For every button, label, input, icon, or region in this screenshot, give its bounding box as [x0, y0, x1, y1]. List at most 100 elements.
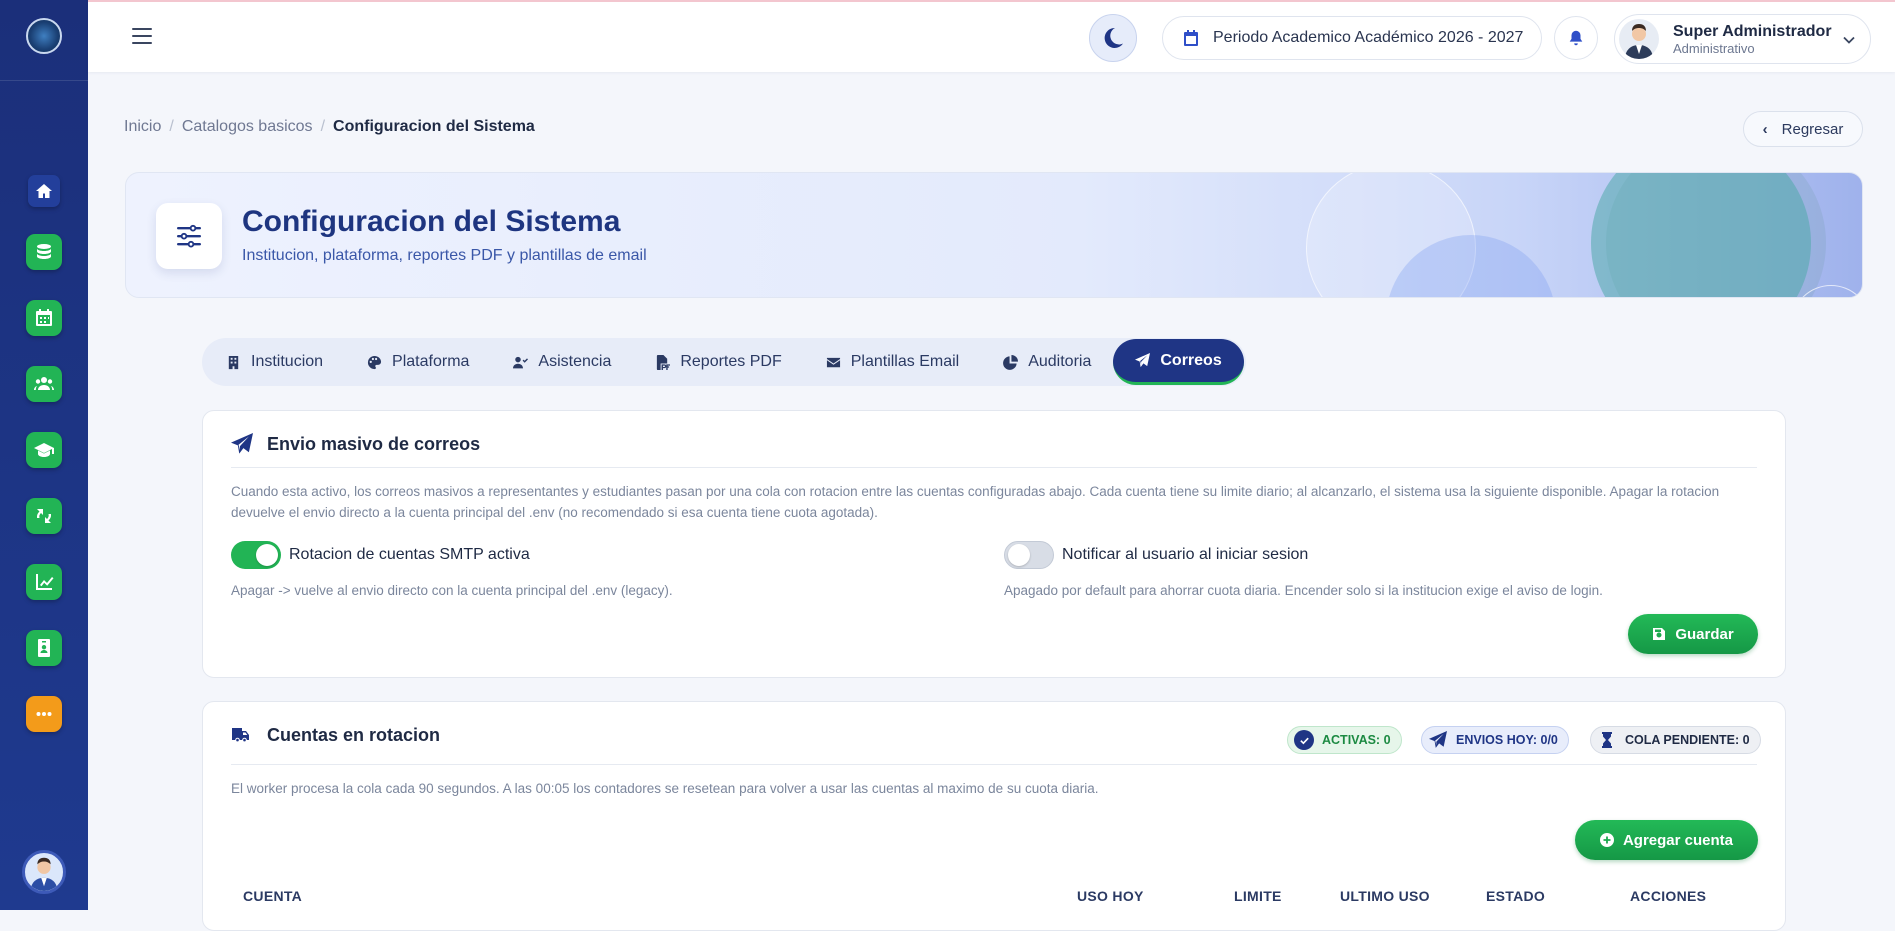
chevron-down-icon	[1843, 36, 1855, 44]
column-header-uso-hoy[interactable]: USO HOY	[1077, 888, 1144, 904]
avatar	[1619, 19, 1659, 59]
truck-mail-icon	[232, 728, 249, 742]
breadcrumb-separator: /	[320, 118, 326, 135]
envio-masivo-card: Envio masivo de correos Cuando esta acti…	[202, 410, 1786, 678]
paper-plane-icon	[231, 433, 253, 454]
id-badge-icon[interactable]	[26, 630, 62, 666]
home-icon[interactable]	[28, 175, 60, 207]
plus-circle-icon	[1599, 833, 1614, 847]
sidebar	[0, 0, 88, 910]
divider	[231, 467, 1757, 468]
notify-label: Notificar al usuario al iniciar sesion	[1062, 546, 1309, 563]
more-icon[interactable]	[26, 696, 62, 732]
chart-line-icon[interactable]	[26, 564, 62, 600]
check-circle-icon	[1294, 730, 1314, 750]
badge-label: COLA PENDIENTE: 0	[1625, 733, 1750, 747]
envio-masivo-header: Envio masivo de correos	[231, 433, 480, 455]
tab-label: Plataforma	[392, 353, 470, 370]
moon-icon[interactable]	[1089, 14, 1137, 62]
user-role: Administrativo	[1673, 40, 1755, 56]
sidebar-divider	[0, 80, 88, 81]
settings-tabs: Institucion Plataforma Asistencia Report…	[202, 338, 1246, 386]
user-check-icon	[513, 356, 529, 368]
academic-period-selector[interactable]: Periodo Academico Académico 2026 - 2027	[1162, 16, 1542, 60]
badge-label: ENVIOS HOY: 0/0	[1456, 733, 1558, 747]
user-menu[interactable]: Super Administrador Administrativo	[1614, 14, 1871, 64]
tab-plataforma[interactable]: Plataforma	[345, 339, 491, 385]
breadcrumb-catalogos[interactable]: Catalogos basicos	[182, 118, 313, 135]
tab-label: Institucion	[251, 353, 324, 370]
institution-logo[interactable]	[26, 18, 62, 54]
page-subtitle: Institucion, plataforma, reportes PDF y …	[242, 247, 647, 264]
tab-correos[interactable]: Correos	[1113, 339, 1244, 385]
card-title: Cuentas en rotacion	[267, 724, 441, 745]
column-header-acciones[interactable]: ACCIONES	[1630, 888, 1706, 904]
save-button[interactable]: Guardar	[1628, 614, 1758, 654]
users-icon[interactable]	[26, 366, 62, 402]
academic-period-label: Periodo Academico Académico 2026 - 2027	[1213, 29, 1524, 46]
notify-hint: Apagado por default para ahorrar cuota d…	[1004, 583, 1603, 598]
tab-auditoria[interactable]: Auditoria	[981, 339, 1113, 385]
paper-plane-icon	[1428, 730, 1448, 750]
rotation-toggle-row: Rotacion de cuentas SMTP activa	[231, 541, 530, 569]
rotation-toggle[interactable]	[231, 541, 281, 569]
tab-label: Asistencia	[538, 353, 612, 370]
column-header-estado[interactable]: ESTADO	[1486, 888, 1545, 904]
user-name: Super Administrador	[1673, 22, 1832, 40]
cuentas-rotacion-card: Cuentas en rotacion ACTIVAS: 0 ENVIOS HO…	[202, 701, 1786, 931]
breadcrumb-home[interactable]: Inicio	[124, 118, 161, 135]
envelope-icon	[826, 357, 840, 367]
save-label: Guardar	[1675, 625, 1734, 643]
avatar[interactable]	[22, 850, 66, 894]
tab-reportes-pdf[interactable]: Reportes PDF	[633, 339, 803, 385]
page-title: Configuracion del Sistema	[242, 205, 621, 238]
cuentas-header: Cuentas en rotacion	[231, 724, 440, 746]
divider	[231, 764, 1757, 765]
calendar-icon	[1184, 30, 1198, 46]
chart-pie-icon	[1003, 354, 1019, 370]
rotation-hint: Apagar -> vuelve al envio directo con la…	[231, 583, 673, 598]
status-badge-envios: ENVIOS HOY: 0/0	[1421, 726, 1569, 754]
menu-icon[interactable]	[132, 28, 152, 44]
tab-label: Auditoria	[1028, 353, 1092, 370]
paper-plane-icon	[1135, 353, 1151, 368]
add-account-button[interactable]: Agregar cuenta	[1575, 820, 1758, 860]
add-account-label: Agregar cuenta	[1622, 831, 1734, 849]
tab-label: Reportes PDF	[680, 353, 782, 370]
calendar-icon[interactable]	[26, 300, 62, 336]
status-badge-cola: COLA PENDIENTE: 0	[1590, 726, 1761, 754]
tab-institucion[interactable]: Institucion	[204, 339, 345, 385]
sliders-icon	[156, 203, 222, 269]
rotation-label: Rotacion de cuentas SMTP activa	[289, 546, 530, 563]
topbar: Periodo Academico Académico 2026 - 2027 …	[88, 0, 1895, 72]
status-badge-activas: ACTIVAS: 0	[1287, 726, 1402, 754]
palette-icon	[367, 355, 382, 369]
breadcrumb-separator: /	[169, 118, 174, 135]
notify-toggle-row: Notificar al usuario al iniciar sesion	[1004, 541, 1308, 569]
back-label: Regresar	[1781, 120, 1844, 138]
save-icon	[1653, 628, 1666, 640]
page-header-banner: Configuracion del Sistema Institucion, p…	[125, 172, 1863, 298]
graduation-cap-icon[interactable]	[26, 432, 62, 468]
card-title: Envio masivo de correos	[267, 433, 481, 454]
tab-asistencia[interactable]: Asistencia	[491, 339, 633, 385]
breadcrumb-current: Configuracion del Sistema	[333, 118, 535, 135]
bell-icon[interactable]	[1554, 16, 1598, 60]
file-pdf-icon	[657, 354, 671, 370]
database-icon[interactable]	[26, 234, 62, 270]
notify-toggle[interactable]	[1004, 541, 1054, 569]
column-header-cuenta[interactable]: CUENTA	[243, 888, 302, 904]
back-button[interactable]: ‹ Regresar	[1743, 111, 1863, 147]
column-header-limite[interactable]: LIMITE	[1234, 888, 1282, 904]
tab-label: Correos	[1160, 351, 1222, 369]
chevron-left-icon: ‹	[1762, 120, 1768, 138]
tab-label: Plantillas Email	[850, 353, 960, 370]
badge-label: ACTIVAS: 0	[1322, 733, 1391, 747]
envio-description: Cuando esta activo, los correos masivos …	[231, 484, 1720, 520]
column-header-ultimo-uso[interactable]: ULTIMO USO	[1340, 888, 1430, 904]
hourglass-icon	[1597, 730, 1617, 750]
recycle-icon[interactable]	[26, 498, 62, 534]
tab-plantillas-email[interactable]: Plantillas Email	[804, 339, 981, 385]
cuentas-description: El worker procesa la cola cada 90 segund…	[231, 781, 1099, 796]
building-icon	[228, 355, 239, 369]
